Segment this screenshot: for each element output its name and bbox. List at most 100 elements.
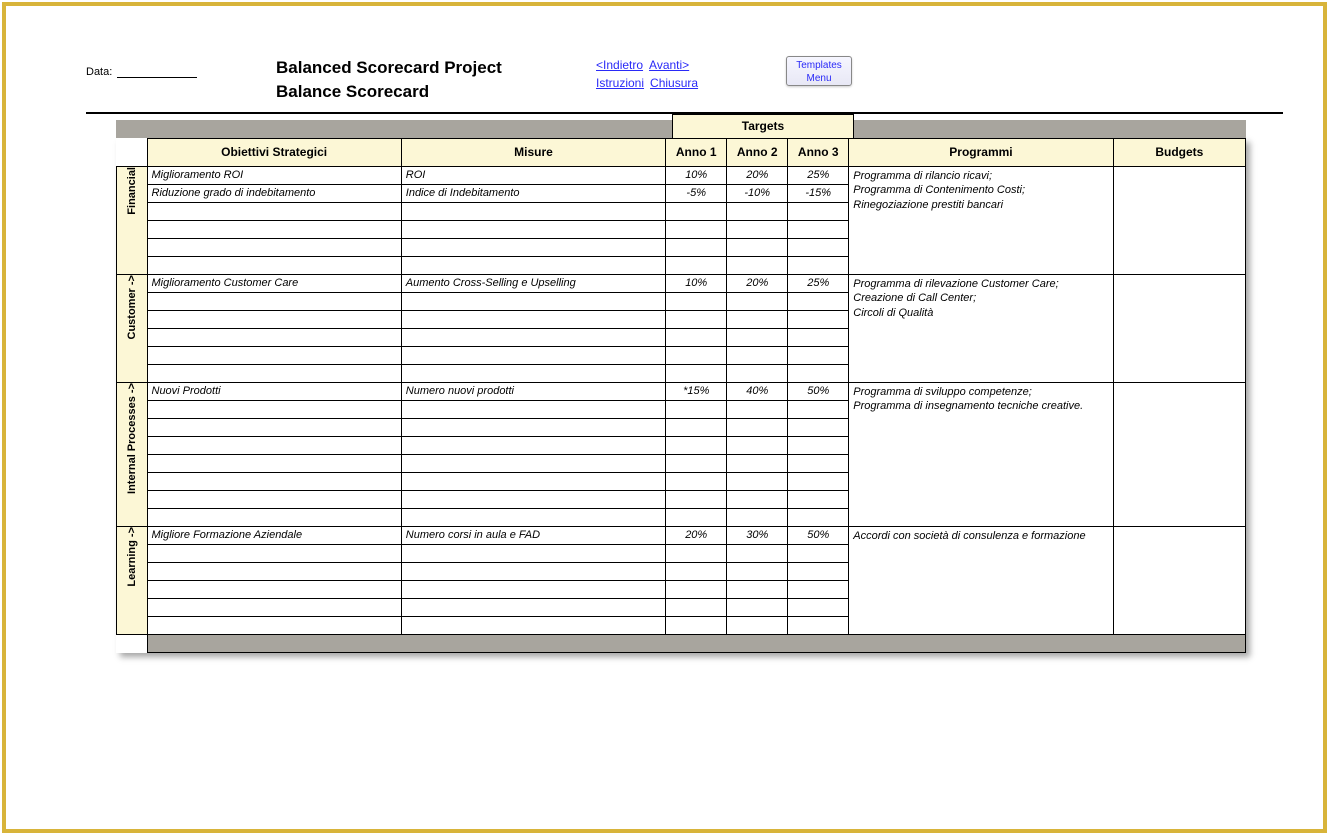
cell-anno2[interactable] <box>727 346 788 364</box>
cell-misura[interactable] <box>401 220 665 238</box>
cell-anno1[interactable] <box>666 346 727 364</box>
cell-obiettivo[interactable]: Nuovi Prodotti <box>147 382 401 400</box>
cell-anno1[interactable] <box>666 598 727 616</box>
cell-obiettivo[interactable] <box>147 220 401 238</box>
cell-anno1[interactable] <box>666 472 727 490</box>
cell-anno1[interactable]: 10% <box>666 166 727 184</box>
cell-programmi[interactable]: Accordi con società di consulenza e form… <box>849 526 1113 634</box>
cell-anno1[interactable] <box>666 256 727 274</box>
cell-obiettivo[interactable] <box>147 418 401 436</box>
cell-anno3[interactable]: 25% <box>788 274 849 292</box>
cell-obiettivo[interactable] <box>147 508 401 526</box>
cell-misura[interactable] <box>401 256 665 274</box>
cell-anno2[interactable] <box>727 544 788 562</box>
cell-misura[interactable] <box>401 436 665 454</box>
cell-anno1[interactable] <box>666 220 727 238</box>
cell-anno1[interactable] <box>666 508 727 526</box>
cell-programmi[interactable]: Programma di rilancio ricavi;Programma d… <box>849 166 1113 274</box>
cell-anno3[interactable] <box>788 220 849 238</box>
cell-anno2[interactable] <box>727 364 788 382</box>
cell-misura[interactable]: ROI <box>401 166 665 184</box>
cell-anno2[interactable] <box>727 616 788 634</box>
cell-misura[interactable]: Numero nuovi prodotti <box>401 382 665 400</box>
cell-budget[interactable] <box>1113 382 1245 526</box>
cell-anno2[interactable] <box>727 328 788 346</box>
link-chiusura[interactable]: Chiusura <box>650 76 698 90</box>
cell-anno1[interactable] <box>666 436 727 454</box>
cell-anno2[interactable] <box>727 562 788 580</box>
cell-anno3[interactable]: 50% <box>788 382 849 400</box>
cell-anno1[interactable] <box>666 292 727 310</box>
cell-programmi[interactable]: Programma di rilevazione Customer Care;C… <box>849 274 1113 382</box>
cell-anno3[interactable] <box>788 544 849 562</box>
cell-misura[interactable] <box>401 508 665 526</box>
cell-misura[interactable] <box>401 310 665 328</box>
cell-budget[interactable] <box>1113 274 1245 382</box>
cell-anno1[interactable] <box>666 328 727 346</box>
cell-anno2[interactable]: 30% <box>727 526 788 544</box>
cell-anno3[interactable] <box>788 292 849 310</box>
cell-anno2[interactable] <box>727 238 788 256</box>
cell-anno3[interactable] <box>788 454 849 472</box>
cell-anno1[interactable] <box>666 580 727 598</box>
cell-anno3[interactable] <box>788 580 849 598</box>
cell-misura[interactable] <box>401 292 665 310</box>
cell-anno1[interactable]: 20% <box>666 526 727 544</box>
cell-misura[interactable] <box>401 400 665 418</box>
cell-anno2[interactable] <box>727 508 788 526</box>
cell-anno3[interactable] <box>788 202 849 220</box>
cell-anno3[interactable] <box>788 400 849 418</box>
cell-anno3[interactable] <box>788 238 849 256</box>
cell-anno3[interactable] <box>788 256 849 274</box>
cell-anno3[interactable]: -15% <box>788 184 849 202</box>
link-istruzioni[interactable]: Istruzioni <box>596 76 644 90</box>
cell-obiettivo[interactable] <box>147 310 401 328</box>
cell-misura[interactable] <box>401 598 665 616</box>
cell-obiettivo[interactable] <box>147 202 401 220</box>
cell-obiettivo[interactable] <box>147 292 401 310</box>
cell-obiettivo[interactable] <box>147 400 401 418</box>
cell-anno2[interactable]: 20% <box>727 166 788 184</box>
cell-misura[interactable] <box>401 328 665 346</box>
cell-anno2[interactable] <box>727 292 788 310</box>
cell-obiettivo[interactable] <box>147 454 401 472</box>
cell-anno2[interactable] <box>727 580 788 598</box>
cell-misura[interactable] <box>401 346 665 364</box>
link-avanti[interactable]: Avanti> <box>649 58 689 72</box>
cell-misura[interactable] <box>401 238 665 256</box>
cell-anno1[interactable] <box>666 418 727 436</box>
cell-misura[interactable] <box>401 454 665 472</box>
cell-obiettivo[interactable]: Riduzione grado di indebitamento <box>147 184 401 202</box>
cell-anno2[interactable]: -10% <box>727 184 788 202</box>
cell-anno3[interactable] <box>788 598 849 616</box>
cell-misura[interactable] <box>401 490 665 508</box>
cell-misura[interactable] <box>401 562 665 580</box>
cell-obiettivo[interactable] <box>147 472 401 490</box>
cell-misura[interactable] <box>401 418 665 436</box>
templates-menu-button[interactable]: Templates Menu <box>786 56 852 86</box>
cell-misura[interactable] <box>401 202 665 220</box>
cell-anno2[interactable] <box>727 400 788 418</box>
link-indietro[interactable]: <Indietro <box>596 58 643 72</box>
cell-anno1[interactable]: -5% <box>666 184 727 202</box>
cell-obiettivo[interactable] <box>147 238 401 256</box>
cell-anno3[interactable] <box>788 616 849 634</box>
cell-budget[interactable] <box>1113 166 1245 274</box>
cell-programmi[interactable]: Programma di sviluppo competenze;Program… <box>849 382 1113 526</box>
cell-anno3[interactable] <box>788 364 849 382</box>
cell-anno3[interactable] <box>788 418 849 436</box>
cell-obiettivo[interactable] <box>147 616 401 634</box>
cell-obiettivo[interactable] <box>147 580 401 598</box>
cell-anno1[interactable] <box>666 490 727 508</box>
cell-misura[interactable] <box>401 472 665 490</box>
cell-anno2[interactable] <box>727 454 788 472</box>
cell-anno2[interactable] <box>727 220 788 238</box>
cell-misura[interactable] <box>401 616 665 634</box>
cell-misura[interactable] <box>401 364 665 382</box>
cell-anno3[interactable] <box>788 490 849 508</box>
cell-obiettivo[interactable] <box>147 436 401 454</box>
cell-obiettivo[interactable] <box>147 346 401 364</box>
cell-budget[interactable] <box>1113 526 1245 634</box>
cell-anno2[interactable] <box>727 418 788 436</box>
cell-anno3[interactable] <box>788 436 849 454</box>
